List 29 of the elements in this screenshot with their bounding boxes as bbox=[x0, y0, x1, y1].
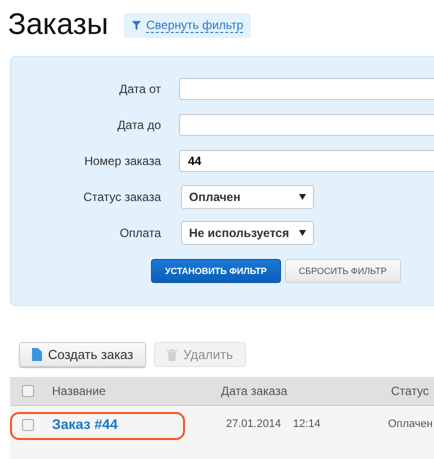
field-label: Дата от bbox=[118, 82, 161, 96]
dropdown[interactable]: Не используется bbox=[181, 221, 314, 245]
order-link[interactable]: Заказ #44 bbox=[52, 416, 221, 432]
collapse-filter-button[interactable]: Свернуть фильтр bbox=[124, 12, 252, 38]
table-cell: Оплачен bbox=[388, 418, 433, 430]
caret-icon bbox=[299, 194, 306, 200]
input-field[interactable] bbox=[179, 78, 434, 100]
document-icon bbox=[32, 348, 42, 361]
checkbox[interactable] bbox=[22, 419, 34, 431]
checkbox[interactable] bbox=[22, 385, 34, 397]
reset-filter-button[interactable]: СБРОСИТЬ ФИЛЬТР bbox=[284, 259, 401, 283]
column-header[interactable]: Дата заказа bbox=[221, 384, 391, 398]
field-label: Оплата bbox=[118, 226, 161, 240]
field-label: Статус заказа bbox=[82, 190, 161, 204]
trash-icon bbox=[167, 348, 178, 360]
dropdown[interactable]: Оплачен bbox=[181, 185, 314, 209]
apply-filter-button[interactable]: УСТАНОВИТЬ ФИЛЬТР bbox=[151, 259, 281, 283]
input-field[interactable] bbox=[179, 114, 434, 136]
field-label: Номер заказа bbox=[83, 154, 161, 168]
funnel-icon bbox=[132, 20, 142, 30]
create-order-button[interactable]: Создать заказ bbox=[19, 342, 146, 367]
input-field[interactable]: 44 bbox=[179, 150, 434, 172]
column-header[interactable]: Название bbox=[52, 384, 221, 398]
table-cell-text: 27.01.2014 bbox=[226, 418, 282, 430]
field-label: Дата до bbox=[116, 118, 161, 132]
column-header[interactable]: Статус bbox=[391, 384, 429, 398]
page-title: Заказы bbox=[8, 8, 108, 42]
table-cell-text: 12:14 bbox=[293, 418, 322, 430]
caret-icon bbox=[299, 230, 306, 236]
